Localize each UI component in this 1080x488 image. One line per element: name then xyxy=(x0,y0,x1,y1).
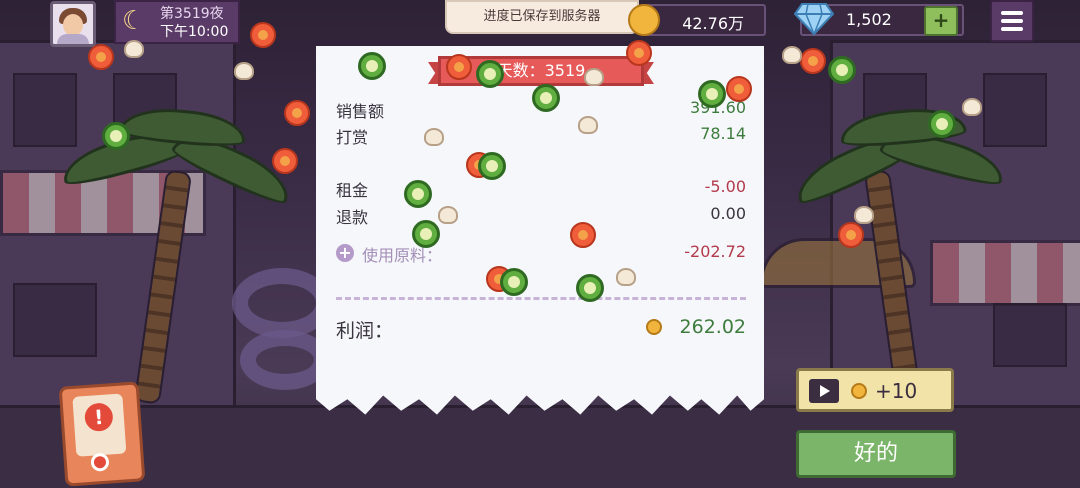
refund-row: 退款 0.00 xyxy=(336,204,746,227)
video-play-icon xyxy=(809,379,839,403)
profit-label: 利润： xyxy=(336,320,394,342)
refund-value: 0.00 xyxy=(710,204,746,223)
diamond-icon xyxy=(794,3,834,36)
gem-counter: 1,502 + xyxy=(794,3,964,36)
awning-right xyxy=(930,240,1080,306)
watch-ad-reward-button[interactable]: +10 xyxy=(796,368,954,412)
tomato-slice-icon xyxy=(800,48,826,74)
coin-icon xyxy=(646,319,662,335)
ad-reward-label: +10 xyxy=(875,379,918,403)
jalapeno-slice-icon xyxy=(828,56,856,84)
coin-value: 42.76万 xyxy=(682,14,744,33)
day-label: 第3519夜 xyxy=(160,6,224,22)
ingredients-value: -202.72 xyxy=(684,242,746,261)
profit-value: 262.02 xyxy=(679,316,746,338)
garlic-clove-icon xyxy=(584,68,604,86)
notification-dot xyxy=(90,452,110,472)
garlic-clove-icon xyxy=(424,128,444,146)
rent-value: -5.00 xyxy=(704,177,746,196)
coin-counter: 42.76万 xyxy=(628,4,766,36)
jalapeno-slice-icon xyxy=(358,52,386,80)
tips-label: 打赏 xyxy=(336,128,369,147)
coin-icon xyxy=(628,4,660,36)
moon-icon: ☾ xyxy=(122,6,146,36)
menu-button[interactable] xyxy=(990,0,1034,42)
garlic-clove-icon xyxy=(578,116,598,134)
garlic-clove-icon xyxy=(124,40,144,58)
player-avatar[interactable] xyxy=(50,1,96,47)
garlic-clove-icon xyxy=(962,98,982,116)
alert-card-button[interactable]: ! xyxy=(58,381,146,487)
garlic-clove-icon xyxy=(782,46,802,64)
tomato-slice-icon xyxy=(88,44,114,70)
tips-value: 78.14 xyxy=(700,124,746,143)
time-label: 下午10:00 xyxy=(160,24,229,40)
jalapeno-slice-icon xyxy=(576,274,604,302)
garlic-clove-icon xyxy=(234,62,254,80)
jalapeno-slice-icon xyxy=(500,268,528,296)
day-time-panel: ☾ 第3519夜 下午10:00 xyxy=(114,0,240,44)
tips-row: 打赏 78.14 xyxy=(336,124,746,147)
tomato-slice-icon xyxy=(626,40,652,66)
jalapeno-slice-icon xyxy=(102,122,130,150)
ingredients-row[interactable]: + 使用原料： -202.72 xyxy=(336,242,746,265)
tomato-slice-icon xyxy=(570,222,596,248)
exclamation-icon: ! xyxy=(83,402,114,433)
jalapeno-slice-icon xyxy=(698,80,726,108)
garlic-clove-icon xyxy=(438,206,458,224)
rent-label: 租金 xyxy=(336,181,369,200)
add-gems-button[interactable]: + xyxy=(924,6,958,36)
tomato-slice-icon xyxy=(838,222,864,248)
jalapeno-slice-icon xyxy=(478,152,506,180)
receipt-divider xyxy=(336,297,746,300)
jalapeno-slice-icon xyxy=(412,220,440,248)
garlic-clove-icon xyxy=(616,268,636,286)
jalapeno-slice-icon xyxy=(404,180,432,208)
tomato-slice-icon xyxy=(726,76,752,102)
hamburger-icon xyxy=(1001,11,1023,15)
sales-label: 销售额 xyxy=(336,102,385,121)
tomato-slice-icon xyxy=(446,54,472,80)
refund-label: 退款 xyxy=(336,208,369,227)
save-toast: 进度已保存到服务器 xyxy=(445,0,639,34)
expand-plus-icon[interactable]: + xyxy=(336,244,354,262)
rent-row: 租金 -5.00 xyxy=(336,177,746,200)
tomato-slice-icon xyxy=(272,148,298,174)
tomato-slice-icon xyxy=(284,100,310,126)
jalapeno-slice-icon xyxy=(928,110,956,138)
ok-button[interactable]: 好的 xyxy=(796,430,956,478)
jalapeno-slice-icon xyxy=(476,60,504,88)
garlic-clove-icon xyxy=(854,206,874,224)
coin-icon xyxy=(851,383,867,399)
gem-value: 1,502 xyxy=(846,10,892,29)
jalapeno-slice-icon xyxy=(532,84,560,112)
tomato-slice-icon xyxy=(250,22,276,48)
